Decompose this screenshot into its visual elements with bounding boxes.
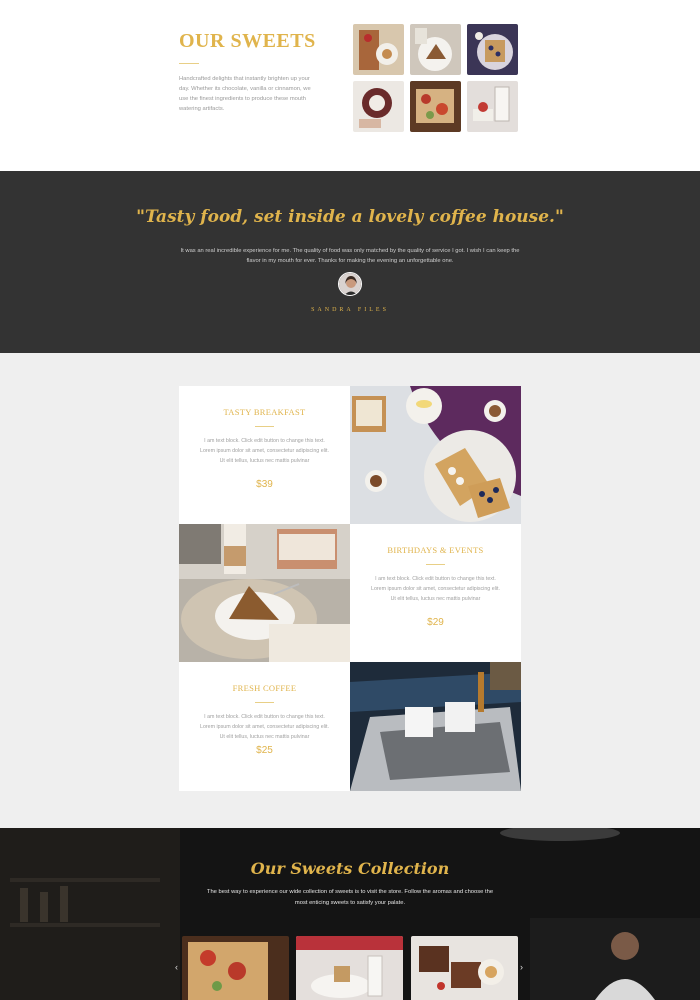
sweets-title: OUR SWEETS xyxy=(179,30,316,52)
menu-card-events: BIRTHDAYS & EVENTS I am text block. Clic… xyxy=(350,524,521,662)
gallery-thumb-dessert-glass[interactable] xyxy=(467,81,518,132)
menu-item-title: FRESH COFFEE xyxy=(232,683,297,693)
collection-card-brownies[interactable] xyxy=(411,936,518,1000)
gallery-thumb-tarts[interactable] xyxy=(410,81,461,132)
menu-card-breakfast: TASTY BREAKFAST I am text block. Click e… xyxy=(179,386,350,524)
collection-card-cake[interactable] xyxy=(296,936,403,1000)
testimonial-text: It was an real incredible experience for… xyxy=(180,248,520,264)
collection-section: Our Sweets Collection The best way to ex… xyxy=(0,828,700,1000)
cake-image xyxy=(179,524,350,662)
collection-text: The best way to experience our wide coll… xyxy=(206,889,494,906)
menu-item-text: I am text block. Click edit button to ch… xyxy=(200,714,329,740)
collection-title: Our Sweets Collection xyxy=(250,859,450,878)
gallery-thumb-cake-slice[interactable] xyxy=(410,24,461,75)
menu-item-price: $25 xyxy=(256,745,273,756)
menu-section: TASTY BREAKFAST I am text block. Click e… xyxy=(0,353,700,828)
testimonial-author: SANDRA FILES xyxy=(311,307,389,313)
espresso-image xyxy=(350,662,521,791)
menu-item-title: TASTY BREAKFAST xyxy=(223,407,306,417)
our-sweets-section: OUR SWEETS Handcrafted delights that ins… xyxy=(0,0,700,171)
chevron-right-icon[interactable]: › xyxy=(520,962,523,972)
title-divider xyxy=(179,63,199,64)
testimonial-section: "Tasty food, set inside a lovely coffee … xyxy=(0,171,700,353)
title-divider xyxy=(255,426,274,427)
title-divider xyxy=(255,702,274,703)
sweets-description: Handcrafted delights that instantly brig… xyxy=(179,76,311,112)
menu-item-price: $39 xyxy=(256,479,273,490)
collection-card-tart[interactable] xyxy=(182,936,289,1000)
menu-card-coffee: FRESH COFFEE I am text block. Click edit… xyxy=(179,662,350,791)
breakfast-image xyxy=(350,386,521,524)
gallery-thumb-waffles[interactable] xyxy=(467,24,518,75)
gallery-thumb-berries[interactable] xyxy=(353,24,404,75)
title-divider xyxy=(426,564,445,565)
menu-item-text: I am text block. Click edit button to ch… xyxy=(371,576,500,602)
testimonial-quote: "Tasty food, set inside a lovely coffee … xyxy=(136,207,564,227)
gallery-thumb-pie[interactable] xyxy=(353,81,404,132)
menu-item-title: BIRTHDAYS & EVENTS xyxy=(387,545,484,555)
avatar xyxy=(338,272,362,296)
chevron-left-icon[interactable]: ‹ xyxy=(175,962,178,972)
menu-item-text: I am text block. Click edit button to ch… xyxy=(200,438,329,464)
menu-item-price: $29 xyxy=(427,617,444,628)
